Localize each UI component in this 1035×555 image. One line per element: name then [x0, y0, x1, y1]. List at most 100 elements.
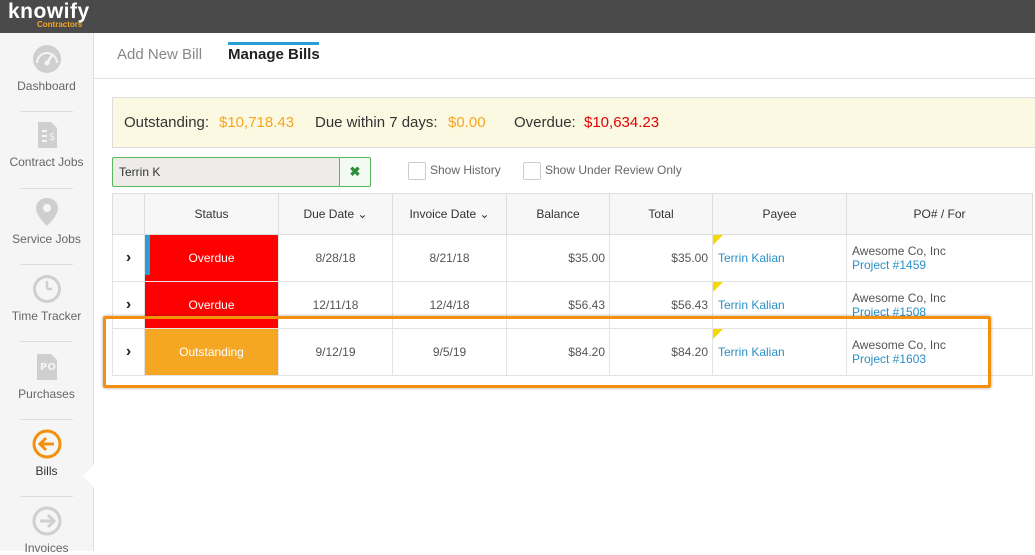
- sidebar-divider: [20, 496, 73, 497]
- svg-text:$: $: [49, 132, 55, 143]
- sidebar: Dashboard $ Contract Jobs Service Jobs T…: [0, 33, 94, 555]
- company-name: Awesome Co, Inc: [852, 338, 946, 352]
- sidebar-item-label: Bills: [35, 464, 58, 478]
- total-cell: $56.43: [609, 281, 713, 329]
- close-x-icon: ✖: [349, 164, 361, 179]
- table-row[interactable]: › Overdue 12/11/18 12/4/18 $56.43 $56.43…: [112, 281, 1033, 329]
- column-header-status[interactable]: Status: [144, 193, 279, 235]
- search-input[interactable]: [117, 161, 337, 183]
- checkbox-box[interactable]: [523, 162, 541, 180]
- show-history-checkbox[interactable]: Show History: [408, 162, 501, 180]
- payee-cell: Terrin Kalian: [712, 234, 847, 282]
- column-header-balance[interactable]: Balance: [506, 193, 610, 235]
- invoice-date-cell: 12/4/18: [392, 281, 507, 329]
- payee-link[interactable]: Terrin Kalian: [718, 251, 785, 265]
- due-date-header-label: Due Date: [303, 207, 355, 221]
- expand-row-button[interactable]: ›: [112, 281, 145, 329]
- sidebar-item-service-jobs[interactable]: Service Jobs: [0, 196, 93, 246]
- tab-add-new-bill[interactable]: Add New Bill: [117, 46, 202, 63]
- clock-icon: [32, 275, 61, 303]
- project-link[interactable]: Project #1508: [852, 305, 1032, 319]
- due-date-cell: 8/28/18: [278, 234, 393, 282]
- sidebar-divider: [20, 419, 73, 420]
- due-within-7-days-value: $0.00: [448, 114, 486, 131]
- column-header-total[interactable]: Total: [609, 193, 713, 235]
- project-link[interactable]: Project #1459: [852, 258, 1032, 272]
- sidebar-item-invoices[interactable]: Invoices: [0, 505, 93, 555]
- sidebar-item-contract-jobs[interactable]: $ Contract Jobs: [0, 119, 93, 169]
- status-badge: Overdue: [144, 281, 279, 329]
- status-badge: Outstanding: [144, 328, 279, 376]
- project-link[interactable]: Project #1603: [852, 352, 1032, 366]
- sidebar-divider: [20, 188, 73, 189]
- payee-cell: Terrin Kalian: [712, 281, 847, 329]
- bills-summary-bar: Outstanding: $10,718.43 Due within 7 day…: [112, 97, 1035, 148]
- active-tab-underline: [228, 42, 319, 45]
- sidebar-divider: [20, 111, 73, 112]
- sidebar-item-label: Invoices: [24, 541, 69, 555]
- overdue-value: $10,634.23: [584, 114, 660, 131]
- document-dollar-icon: $: [37, 122, 57, 148]
- sidebar-item-dashboard[interactable]: Dashboard: [0, 43, 93, 93]
- clear-search-button[interactable]: ✖: [339, 157, 371, 187]
- tab-manage-bills[interactable]: Manage Bills: [228, 46, 320, 63]
- payee-link[interactable]: Terrin Kalian: [718, 345, 785, 359]
- invoice-date-cell: 9/5/19: [392, 328, 507, 376]
- svg-text:PO: PO: [40, 362, 56, 373]
- bills-table: Status Due Date ⌄ Invoice Date ⌄ Balance…: [112, 193, 1033, 376]
- dashboard-gauge-icon: [32, 45, 61, 73]
- po-for-cell: Awesome Co, Inc Project #1508: [846, 281, 1033, 329]
- expand-column-header: [112, 193, 145, 235]
- payee-link[interactable]: Terrin Kalian: [718, 298, 785, 312]
- app-logo-subtitle: Contractors: [37, 20, 83, 29]
- invoice-date-header-label: Invoice Date: [409, 207, 477, 221]
- show-history-label: Show History: [430, 163, 501, 178]
- sidebar-item-label: Contract Jobs: [9, 155, 84, 169]
- payee-cell: Terrin Kalian: [712, 328, 847, 376]
- sidebar-item-time-tracker[interactable]: Time Tracker: [0, 273, 93, 323]
- search-box: [112, 157, 340, 187]
- sidebar-divider: [20, 341, 73, 342]
- overdue-label: Overdue:: [514, 114, 576, 131]
- po-for-cell: Awesome Co, Inc Project #1459: [846, 234, 1033, 282]
- table-row[interactable]: › Overdue 8/28/18 8/21/18 $35.00 $35.00 …: [112, 234, 1033, 282]
- column-header-invoice-date[interactable]: Invoice Date ⌄: [392, 193, 507, 235]
- due-date-cell: 9/12/19: [278, 328, 393, 376]
- arrow-left-circle-icon: [32, 429, 61, 459]
- po-for-cell: Awesome Co, Inc Project #1603: [846, 328, 1033, 376]
- arrow-right-circle-icon: [32, 506, 61, 536]
- outstanding-label: Outstanding:: [124, 114, 210, 131]
- sidebar-item-label: Dashboard: [17, 79, 76, 93]
- sidebar-item-purchases[interactable]: PO Purchases: [0, 351, 93, 401]
- sidebar-item-label: Service Jobs: [12, 232, 81, 246]
- expand-row-button[interactable]: ›: [112, 328, 145, 376]
- active-item-pointer: [83, 464, 94, 488]
- show-under-review-label: Show Under Review Only: [545, 163, 682, 178]
- table-header-row: Status Due Date ⌄ Invoice Date ⌄ Balance…: [112, 193, 1033, 235]
- show-under-review-checkbox[interactable]: Show Under Review Only: [523, 162, 682, 180]
- sidebar-item-label: Time Tracker: [11, 309, 82, 323]
- map-pin-icon: [35, 198, 58, 226]
- po-document-icon: PO: [36, 354, 57, 380]
- top-bar: knowify Contractors: [0, 0, 1035, 33]
- column-header-payee[interactable]: Payee: [712, 193, 847, 235]
- chevron-right-icon: ›: [125, 249, 132, 266]
- total-cell: $35.00: [609, 234, 713, 282]
- table-row[interactable]: › Outstanding 9/12/19 9/5/19 $84.20 $84.…: [112, 328, 1033, 376]
- outstanding-value: $10,718.43: [219, 114, 295, 131]
- sidebar-item-bills[interactable]: Bills: [0, 428, 93, 478]
- column-header-po-for[interactable]: PO# / For: [846, 193, 1033, 235]
- status-badge: Overdue: [144, 234, 279, 282]
- due-date-cell: 12/11/18: [278, 281, 393, 329]
- column-header-due-date[interactable]: Due Date ⌄: [278, 193, 393, 235]
- chevron-right-icon: ›: [125, 296, 132, 313]
- checkbox-box[interactable]: [408, 162, 426, 180]
- row-selection-marker: [145, 235, 150, 275]
- chevron-right-icon: ›: [125, 343, 132, 360]
- sidebar-item-label: Purchases: [18, 387, 75, 401]
- expand-row-button[interactable]: ›: [112, 234, 145, 282]
- company-name: Awesome Co, Inc: [852, 244, 946, 258]
- company-name: Awesome Co, Inc: [852, 291, 946, 305]
- app-logo[interactable]: knowify: [8, 1, 90, 22]
- balance-cell: $56.43: [506, 281, 610, 329]
